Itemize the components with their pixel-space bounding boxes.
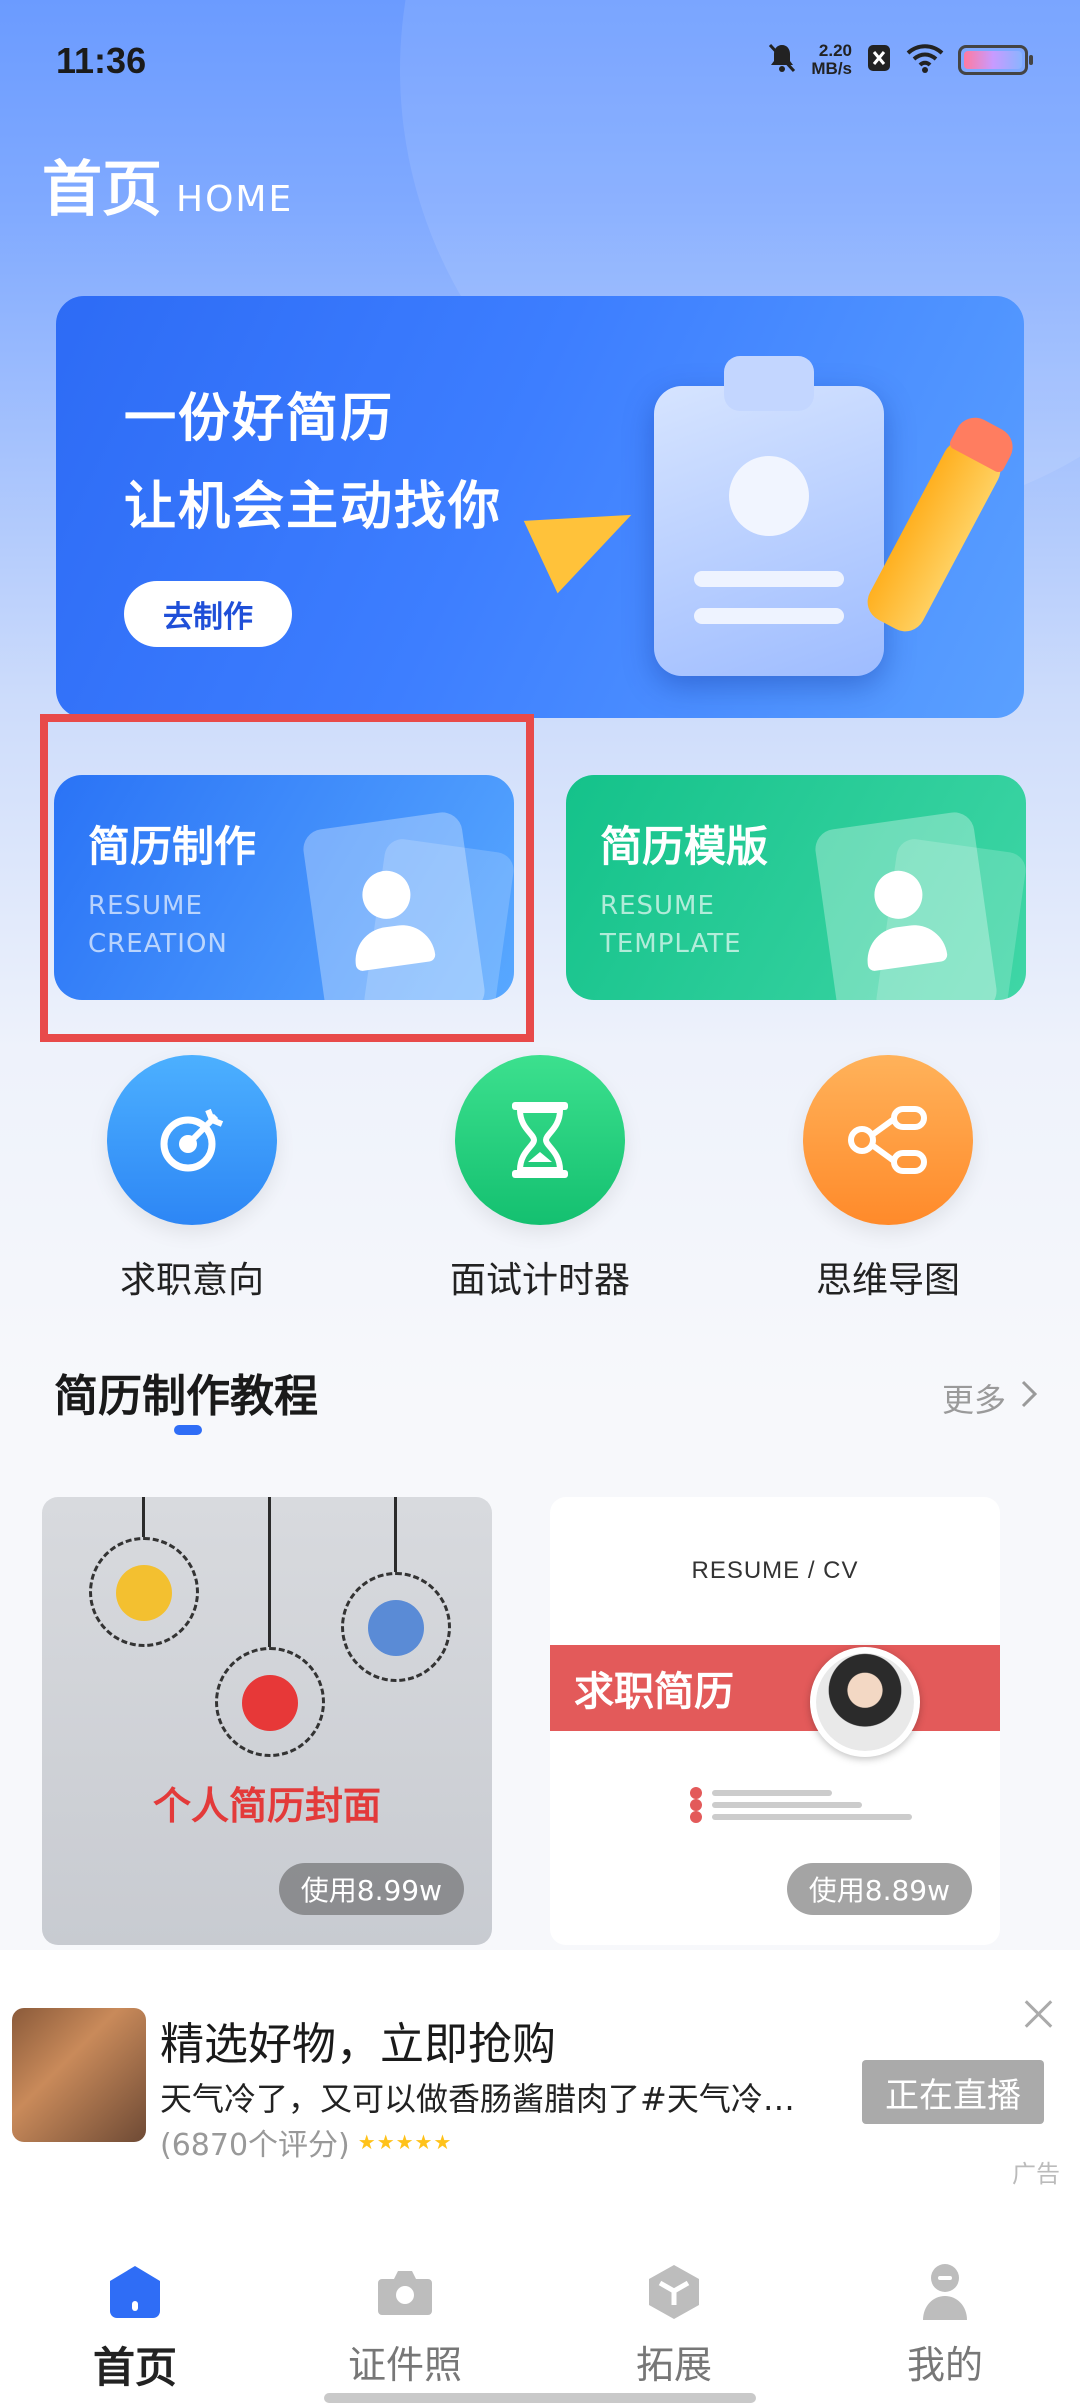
yellow-bulb-icon: [116, 1565, 172, 1621]
ad-title: 精选好物，立即抢购: [160, 2019, 556, 2070]
tool-mind-map-label: 思维导图: [815, 1260, 960, 1301]
resume-template-title: 简历模版: [600, 822, 769, 871]
net-speed-unit: MB/s: [811, 59, 852, 78]
resume-template-card[interactable]: 简历模版 RESUME TEMPLATE: [566, 775, 1026, 1000]
red-bulb-icon: [242, 1675, 298, 1731]
target-icon: [107, 1055, 277, 1225]
hourglass-icon: [455, 1055, 625, 1225]
nav-id-photo[interactable]: 证件照: [305, 2262, 505, 2389]
avatar: [810, 1647, 920, 1757]
ad-banner[interactable]: 精选好物，立即抢购 天气冷了，又可以做香肠酱腊肉了#天气冷… (6870个评分)…: [0, 1950, 1080, 2200]
tool-job-intention[interactable]: 求职意向: [62, 1055, 322, 1303]
gesture-home-bar[interactable]: [324, 2393, 756, 2403]
usage-count-badge: 使用8.89w: [786, 1863, 972, 1915]
cv-contact-info: [690, 1787, 912, 1823]
cv-band-title: 求职简历: [574, 1669, 734, 1715]
mute-bell-icon: [767, 42, 797, 78]
banner-make-button[interactable]: 去制作: [124, 581, 292, 647]
status-icons: 2.20 MB/s: [767, 42, 1033, 78]
nav-id-photo-label: 证件照: [347, 2343, 462, 2387]
blue-bulb-icon: [368, 1600, 424, 1656]
ad-rating-count: (6870个评分): [160, 2128, 350, 2163]
share-network-icon: [803, 1055, 973, 1225]
paper-plane-icon: [523, 478, 649, 594]
ad-rating: (6870个评分) ★★★★★: [160, 2120, 452, 2164]
page-title: 首页: [42, 155, 162, 225]
chevron-right-icon: [1020, 1379, 1038, 1417]
resume-creation-card[interactable]: 简历制作 RESUME CREATION: [54, 775, 514, 1000]
more-link[interactable]: 更多: [942, 1375, 1038, 1421]
banner-subheadline: 让机会主动找你: [124, 477, 503, 537]
user-icon: [915, 2262, 975, 2322]
nav-profile[interactable]: 我的: [845, 2262, 1045, 2389]
nav-profile-label: 我的: [906, 2343, 983, 2387]
nav-expand[interactable]: 拓展: [574, 2262, 774, 2389]
star-rating-icon: ★★★★★: [357, 2130, 453, 2154]
cover-caption: 个人简历封面: [152, 1784, 381, 1828]
more-label: 更多: [941, 1381, 1006, 1419]
section-indicator: [174, 1425, 202, 1435]
cv-heading: RESUME / CV: [691, 1557, 859, 1584]
battery-icon: [958, 45, 1033, 75]
status-bar: 11:36 2.20 MB/s: [0, 0, 1080, 125]
net-speed: 2.20 MB/s: [811, 42, 852, 78]
ad-thumbnail: [12, 2008, 146, 2142]
home-icon: [105, 2262, 165, 2322]
template-card-icon: [812, 809, 1000, 1000]
tutorial-section-title: 简历制作教程: [54, 1371, 318, 1422]
net-speed-value: 2.20: [818, 41, 852, 60]
wifi-icon: [906, 43, 944, 77]
tutorial-card-cv[interactable]: RESUME / CV 求职简历 使用8.89w: [550, 1497, 1000, 1945]
nav-home[interactable]: 首页: [35, 2262, 235, 2395]
banner-headline: 一份好简历: [124, 389, 395, 449]
tool-mind-map[interactable]: 思维导图: [758, 1055, 1018, 1303]
sim-x-icon: [866, 43, 892, 77]
app-root: 11:36 2.20 MB/s 首页 HOME 一份好简历 让机会主动找你 去制…: [0, 0, 1080, 2408]
ad-description: 天气冷了，又可以做香肠酱腊肉了#天气冷…: [160, 2080, 795, 2118]
bottom-nav: 首页 证件照 拓展 我的: [0, 2200, 1080, 2408]
cube-icon: [644, 2262, 704, 2322]
clipboard-illustration: [634, 356, 904, 676]
page-header: 首页 HOME: [42, 160, 293, 220]
resume-template-sub2: TEMPLATE: [600, 929, 742, 959]
resume-creation-sub1: RESUME: [88, 891, 203, 921]
hero-banner[interactable]: 一份好简历 让机会主动找你 去制作: [56, 296, 1024, 718]
cv-title-band: 求职简历: [550, 1645, 1000, 1731]
resume-card-icon: [300, 809, 488, 1000]
resume-creation-title: 简历制作: [88, 822, 257, 871]
quick-tools: 求职意向 面试计时器 思维导图: [0, 1055, 1080, 1305]
status-time: 11:36: [56, 40, 147, 81]
resume-creation-sub2: CREATION: [88, 929, 228, 959]
ad-live-button[interactable]: 正在直播: [862, 2060, 1044, 2124]
nav-home-label: 首页: [92, 2343, 177, 2392]
tutorial-card-cover[interactable]: 个人简历封面 使用8.99w: [42, 1497, 492, 1945]
camera-icon: [375, 2262, 435, 2322]
page-subtitle: HOME: [176, 179, 294, 220]
resume-template-sub1: RESUME: [600, 891, 715, 921]
usage-count-badge: 使用8.99w: [278, 1863, 464, 1915]
close-icon[interactable]: [1020, 1996, 1056, 2032]
tool-interview-timer[interactable]: 面试计时器: [410, 1055, 670, 1303]
ad-label: 广告: [1012, 2160, 1060, 2188]
tool-interview-timer-label: 面试计时器: [449, 1260, 630, 1301]
tool-job-intention-label: 求职意向: [119, 1260, 264, 1301]
nav-expand-label: 拓展: [635, 2343, 712, 2387]
